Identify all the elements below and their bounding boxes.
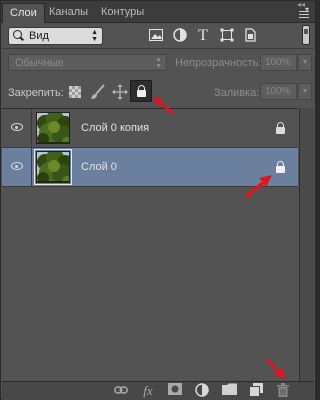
panel-tab-bar: Слои Каналы Контуры ◂◂ ▾ [1,0,315,23]
updown-arrows-icon: ▲ ▼ [155,56,162,70]
opacity-label: Непрозрачность: [175,57,262,69]
annotation-arrow [245,175,272,198]
lock-image-pixels-icon[interactable] [90,84,106,100]
smart-object-filter-icon[interactable] [242,28,258,44]
blend-mode-select[interactable]: Обычные ▲ ▼ [8,54,167,71]
fx-icon[interactable]: fx [139,383,157,400]
visibility-toggle[interactable] [2,148,32,186]
layers-scrollbar[interactable] [299,108,314,381]
fill-dropdown-icon[interactable]: ▼ [298,83,312,100]
lock-label: Закрепить: [8,87,64,99]
shape-filter-icon[interactable] [219,28,235,44]
opacity-dropdown-icon[interactable]: ▼ [298,54,312,71]
panel-menu-icon[interactable]: ▾ [295,5,309,19]
eye-icon [11,162,23,170]
eye-icon [11,123,23,131]
tab-layers[interactable]: Слои [2,3,45,23]
layer-thumbnail [36,112,70,144]
lock-icon [137,85,146,97]
lock-icon [276,161,285,173]
tab-channels[interactable]: Каналы [42,3,95,23]
opacity-field[interactable]: 100% [260,54,297,71]
layer-row[interactable]: Слой 0 копия [2,109,298,148]
filter-kind-label: Вид [29,30,49,42]
trash-icon[interactable] [274,383,292,400]
layer-thumbnail [34,149,72,185]
lock-icon [276,122,285,134]
blend-mode-value: Обычные [15,57,64,69]
lock-transparent-pixels-icon[interactable] [67,84,83,100]
fill-field[interactable]: 100% [260,83,297,100]
adjustment-filter-icon[interactable] [172,28,188,44]
adjustment-layer-icon[interactable] [193,383,211,400]
filter-toggle-switch[interactable] [302,25,310,45]
type-filter-icon[interactable]: T [195,28,211,44]
mask-icon[interactable] [166,383,184,400]
visibility-toggle[interactable] [2,109,32,147]
panel-footer: fx [2,381,314,400]
layers-list: Слой 0 копия Слой 0 [2,108,298,381]
tab-paths[interactable]: Контуры [94,3,151,23]
annotation-arrow [153,97,175,115]
lock-position-icon[interactable] [112,84,128,100]
layer-name[interactable]: Слой 0 [81,161,117,173]
fill-label: Заливка: [214,87,260,99]
annotation-arrow [266,358,286,379]
layer-name[interactable]: Слой 0 копия [81,122,149,134]
divider [2,48,314,49]
layers-panel: Слои Каналы Контуры ◂◂ ▾ Вид ▲ ▼ T Обычны… [0,0,316,400]
group-folder-icon[interactable] [220,383,238,400]
lock-all-button[interactable] [130,80,152,102]
search-icon [13,30,22,39]
link-layers-icon[interactable] [112,383,130,400]
new-layer-icon[interactable] [247,383,265,400]
updown-arrows-icon: ▲ ▼ [91,29,98,43]
image-filter-icon[interactable] [148,28,164,44]
filter-kind-select[interactable]: Вид ▲ ▼ [8,27,103,45]
